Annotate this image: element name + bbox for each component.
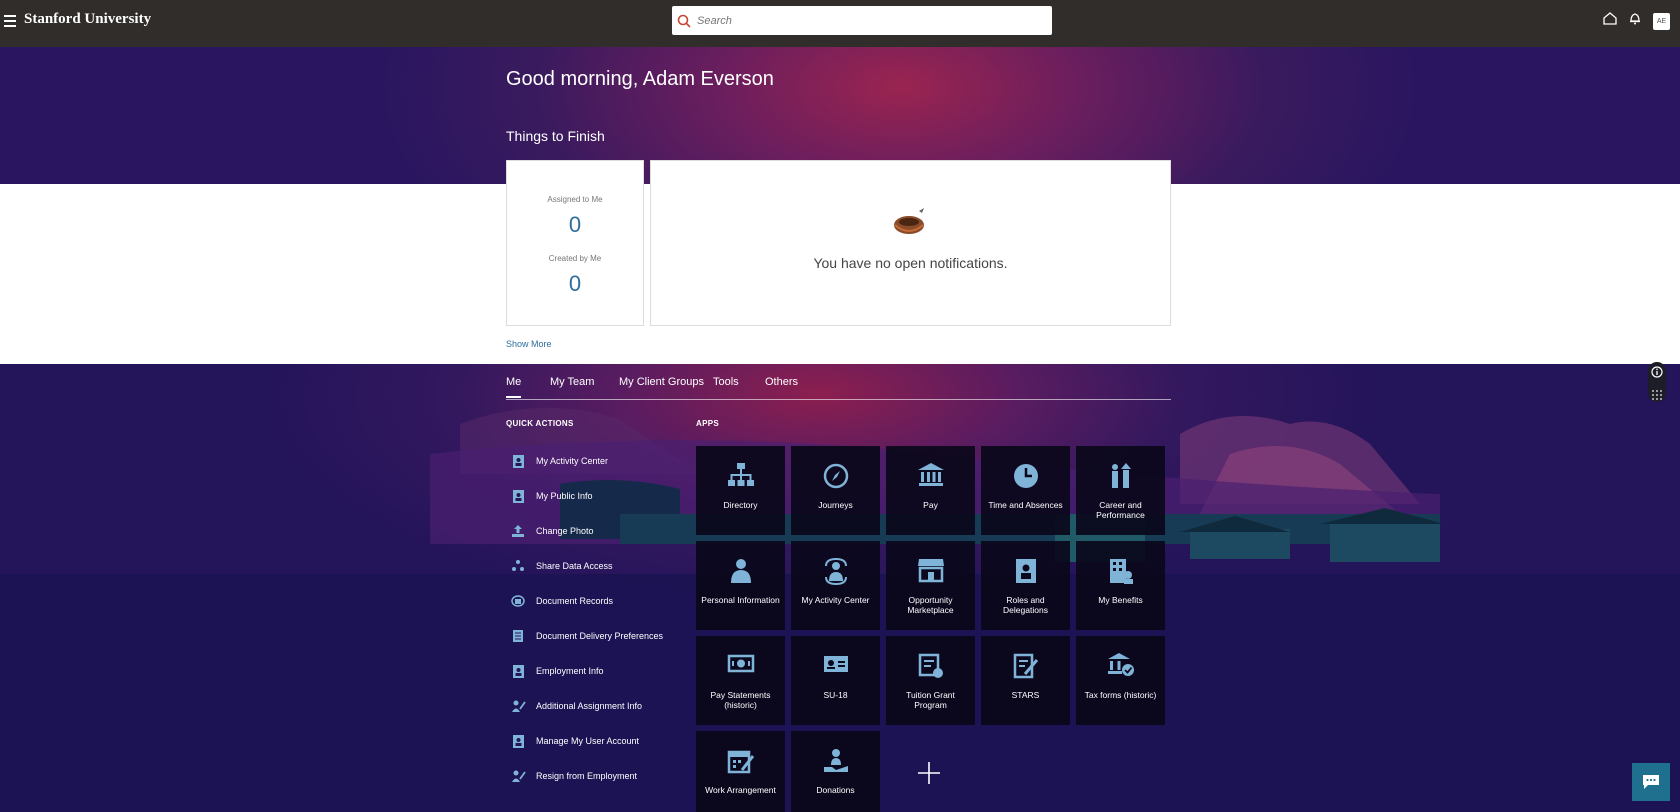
empty-nest-icon — [894, 208, 924, 234]
search-input[interactable] — [697, 14, 1037, 27]
menu-icon[interactable] — [4, 15, 16, 27]
tab-me[interactable]: Me — [506, 376, 522, 398]
app-tile-my-benefits[interactable]: My Benefits — [1076, 541, 1165, 630]
app-tile-opportunity-marketplace[interactable]: Opportunity Marketplace — [886, 541, 975, 630]
quick-action-employment-info[interactable]: Employment Info — [510, 661, 604, 681]
quick-action-resign-from-employment[interactable]: Resign from Employment — [510, 766, 637, 786]
quick-action-share-data-access[interactable]: Share Data Access — [510, 556, 613, 576]
notifications-card: You have no open notifications. — [650, 160, 1171, 326]
people-share-icon — [510, 558, 526, 574]
quick-action-additional-assignment-info[interactable]: Additional Assignment Info — [510, 696, 642, 716]
app-tile-career-and-performance[interactable]: Career and Performance — [1076, 446, 1165, 535]
bank-icon — [917, 463, 944, 486]
person-card-icon — [510, 488, 526, 504]
greeting-heading: Good morning, Adam Everson — [506, 68, 774, 90]
benefits-building-icon — [1109, 559, 1133, 584]
apps-heading: APPS — [696, 419, 719, 428]
grant-document-icon — [918, 653, 943, 678]
career-icon — [1111, 463, 1131, 488]
app-tile-time-and-absences[interactable]: Time and Absences — [981, 446, 1070, 535]
app-tile-pay-statements-historic[interactable]: Pay Statements (historic) — [696, 636, 785, 725]
app-tile-tax-forms-historic[interactable]: Tax forms (historic) — [1076, 636, 1165, 725]
app-tile-roles-and-delegations[interactable]: Roles and Delegations — [981, 541, 1070, 630]
grid-icon[interactable] — [1651, 388, 1663, 406]
edit-document-icon — [1013, 653, 1038, 679]
search-box[interactable] — [672, 6, 1052, 35]
document-icon — [510, 628, 526, 644]
bank-check-icon — [1107, 653, 1134, 676]
app-tile-work-arrangement[interactable]: Work Arrangement — [696, 731, 785, 812]
tab-bar: Me My Team My Client Groups Tools Others — [506, 372, 1171, 400]
clock-icon — [1013, 464, 1038, 488]
quick-action-change-photo[interactable]: Change Photo — [510, 521, 594, 541]
created-by-me-count[interactable]: 0 — [507, 271, 643, 297]
person-card-icon — [510, 663, 526, 679]
app-tile-journeys[interactable]: Journeys — [791, 446, 880, 535]
id-badge-icon — [1015, 559, 1036, 583]
assigned-to-me-label: Assigned to Me — [547, 195, 603, 204]
document-records-icon — [510, 593, 526, 609]
chat-button[interactable] — [1632, 763, 1670, 801]
person-card-icon — [510, 733, 526, 749]
tab-my-client-groups[interactable]: My Client Groups — [619, 376, 704, 388]
assigned-to-me-count[interactable]: 0 — [507, 212, 643, 238]
org-chart-icon — [727, 463, 754, 486]
info-icon[interactable] — [1651, 365, 1663, 383]
quick-action-document-records[interactable]: Document Records — [510, 591, 613, 611]
things-to-finish-heading: Things to Finish — [506, 128, 605, 144]
top-navigation-bar: Stanford University AE — [0, 0, 1680, 47]
id-card-icon — [823, 656, 848, 672]
app-tile-personal-information[interactable]: Personal Information — [696, 541, 785, 630]
add-app-button[interactable] — [916, 760, 942, 786]
quick-actions-heading: QUICK ACTIONS — [506, 419, 574, 428]
person-edit-icon — [510, 768, 526, 784]
app-tile-tuition-grant-program[interactable]: Tuition Grant Program — [886, 636, 975, 725]
money-statement-icon — [727, 654, 754, 673]
quick-action-my-public-info[interactable]: My Public Info — [510, 486, 593, 506]
home-icon[interactable] — [1603, 12, 1617, 30]
calendar-edit-icon — [727, 750, 754, 774]
no-notifications-message: You have no open notifications. — [813, 255, 1008, 271]
app-tile-my-activity-center[interactable]: My Activity Center — [791, 541, 880, 630]
task-counts-card: Assigned to Me 0 Created by Me 0 — [506, 160, 644, 326]
user-avatar[interactable]: AE — [1653, 12, 1670, 30]
app-tile-su-18[interactable]: SU-18 — [791, 636, 880, 725]
compass-icon — [823, 463, 848, 489]
chat-icon — [1643, 775, 1659, 789]
upload-icon — [510, 523, 526, 539]
app-tile-stars[interactable]: STARS — [981, 636, 1070, 725]
app-tile-directory[interactable]: Directory — [696, 446, 785, 535]
person-edit-icon — [510, 698, 526, 714]
donation-hand-icon — [823, 749, 848, 772]
plus-icon — [918, 762, 940, 784]
quick-action-document-delivery-preferences[interactable]: Document Delivery Preferences — [510, 626, 663, 646]
quick-action-manage-my-user-account[interactable]: Manage My User Account — [510, 731, 639, 751]
tab-my-team[interactable]: My Team — [550, 376, 594, 388]
activity-center-icon — [824, 557, 847, 585]
quick-action-my-activity-center[interactable]: My Activity Center — [510, 451, 608, 471]
app-tile-donations[interactable]: Donations — [791, 731, 880, 812]
created-by-me-label: Created by Me — [548, 254, 602, 263]
person-icon — [730, 559, 751, 583]
brand-name[interactable]: Stanford University — [24, 11, 151, 28]
app-tile-pay[interactable]: Pay — [886, 446, 975, 535]
storefront-icon — [917, 559, 944, 583]
person-card-icon — [510, 453, 526, 469]
show-more-link[interactable]: Show More — [506, 339, 552, 349]
tab-tools[interactable]: Tools — [713, 376, 739, 388]
bell-icon[interactable] — [1629, 12, 1641, 30]
side-control-panel — [1648, 362, 1666, 402]
search-icon — [677, 14, 691, 28]
tab-others[interactable]: Others — [765, 376, 798, 388]
